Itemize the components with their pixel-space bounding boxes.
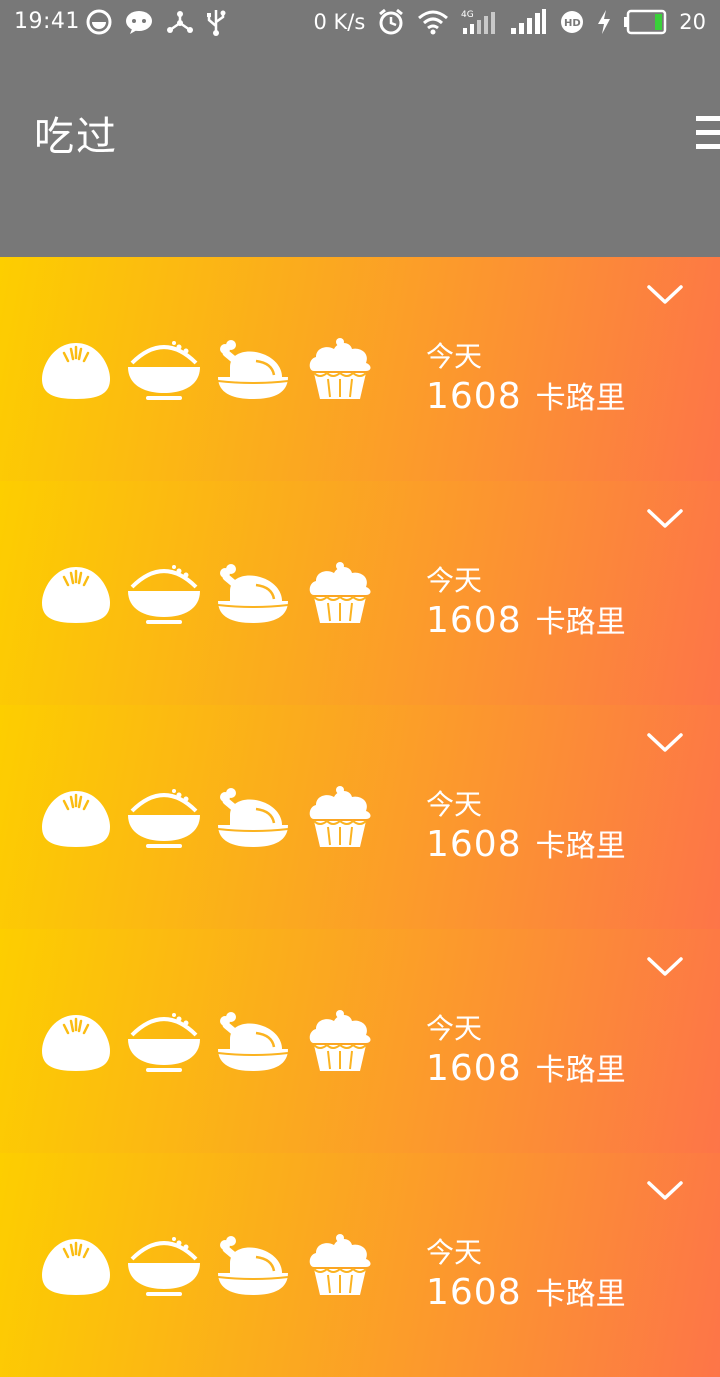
- wechat-icon: [126, 11, 152, 34]
- rice-bowl-icon: [128, 341, 200, 400]
- battery-level: 20: [679, 10, 706, 34]
- hamburger-menu-icon[interactable]: [694, 116, 720, 160]
- hd-icon: HD: [561, 11, 584, 33]
- calories-value: 1608: [426, 1272, 522, 1313]
- roast-chicken-icon: [217, 340, 289, 399]
- status-bar: 19:41 0 K/s 4G HD 20: [0, 0, 720, 44]
- calories-unit: 卡路里: [535, 381, 626, 416]
- cupcake-icon: [309, 338, 371, 399]
- bun-icon: [42, 567, 110, 623]
- calories-row: 1608 卡路里: [426, 373, 626, 417]
- meal-card[interactable]: 今天 1608 卡路里: [0, 257, 720, 481]
- roast-chicken-icon: [217, 1236, 289, 1295]
- usb-icon: [207, 10, 226, 36]
- calories-unit: 卡路里: [535, 1053, 626, 1088]
- page-title: 吃过: [34, 114, 118, 160]
- day-label: 今天: [426, 1012, 483, 1045]
- bun-icon: [42, 791, 110, 847]
- calories-unit: 卡路里: [535, 1277, 626, 1312]
- meal-card[interactable]: 今天 1608 卡路里: [0, 705, 720, 929]
- circle-app-icon: [86, 9, 112, 35]
- chevron-down-icon[interactable]: [646, 283, 684, 307]
- calories-row: 1608 卡路里: [426, 1269, 626, 1313]
- day-label: 今天: [426, 340, 483, 373]
- svg-text:HD: HD: [564, 18, 581, 29]
- signal-icon: [511, 9, 547, 34]
- chevron-down-icon[interactable]: [646, 955, 684, 979]
- chevron-down-icon[interactable]: [646, 731, 684, 755]
- calories-row: 1608 卡路里: [426, 597, 626, 641]
- chevron-down-icon[interactable]: [646, 1179, 684, 1203]
- cupcake-icon: [309, 562, 371, 623]
- calories-value: 1608: [426, 600, 522, 641]
- cupcake-icon: [309, 786, 371, 847]
- calories-value: 1608: [426, 376, 522, 417]
- meal-card[interactable]: 今天 1608 卡路里: [0, 481, 720, 705]
- meal-card[interactable]: 今天 1608 卡路里: [0, 1153, 720, 1377]
- share-icon: [167, 11, 193, 33]
- bun-icon: [42, 1239, 110, 1295]
- meal-list: 今天 1608 卡路里 今天 1608 卡路里 今天 1608 卡路里 今天 1…: [0, 257, 720, 1377]
- charging-icon: [598, 10, 611, 34]
- chevron-down-icon[interactable]: [646, 507, 684, 531]
- rice-bowl-icon: [128, 789, 200, 848]
- bun-icon: [42, 1015, 110, 1071]
- rice-bowl-icon: [128, 565, 200, 624]
- bun-icon: [42, 343, 110, 399]
- signal-4g-icon: 4G: [461, 10, 496, 34]
- roast-chicken-icon: [217, 564, 289, 623]
- cupcake-icon: [309, 1010, 371, 1071]
- status-system-icons: 0 K/s 4G HD 20: [313, 8, 706, 36]
- day-label: 今天: [426, 1236, 483, 1269]
- battery-icon: [624, 9, 667, 35]
- rice-bowl-icon: [128, 1237, 200, 1296]
- calories-row: 1608 卡路里: [426, 1045, 626, 1089]
- app-bar: 吃过: [0, 44, 720, 257]
- calories-value: 1608: [426, 1048, 522, 1089]
- alarm-icon: [379, 8, 404, 35]
- cupcake-icon: [309, 1234, 371, 1295]
- calories-unit: 卡路里: [535, 605, 626, 640]
- calories-row: 1608 卡路里: [426, 821, 626, 865]
- day-label: 今天: [426, 788, 483, 821]
- rice-bowl-icon: [128, 1013, 200, 1072]
- network-type-label: 4G: [461, 10, 474, 20]
- meal-card[interactable]: 今天 1608 卡路里: [0, 929, 720, 1153]
- day-label: 今天: [426, 564, 483, 597]
- calories-unit: 卡路里: [535, 829, 626, 864]
- net-speed: 0 K/s: [313, 10, 366, 34]
- wifi-icon: [418, 10, 449, 35]
- roast-chicken-icon: [217, 1012, 289, 1071]
- status-time: 19:41: [14, 9, 80, 34]
- roast-chicken-icon: [217, 788, 289, 847]
- status-notification-icons: [86, 8, 226, 36]
- calories-value: 1608: [426, 824, 522, 865]
